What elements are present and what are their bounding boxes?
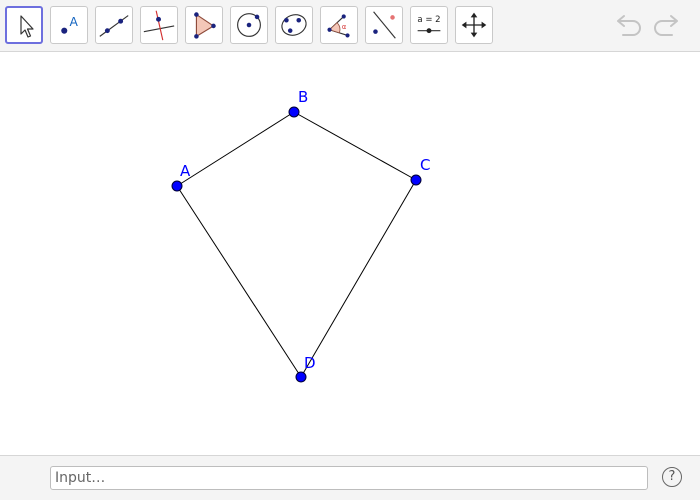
- slider-tool-button[interactable]: a = 2: [410, 6, 448, 44]
- segment-cd[interactable]: [300, 179, 417, 378]
- angle-tool-button[interactable]: α: [320, 6, 358, 44]
- segment-bc[interactable]: [293, 111, 417, 181]
- reflect-tool-button[interactable]: [365, 6, 403, 44]
- point-tool-label: A: [69, 15, 78, 29]
- input-bar: ?: [0, 455, 700, 500]
- move-tool-button[interactable]: [5, 6, 43, 44]
- reflect-about-line-icon: [373, 11, 396, 39]
- geogebra-app: A α a = 2 A B C D Input… ?: [0, 0, 700, 500]
- line-through-two-points-icon: [99, 15, 129, 37]
- point-d[interactable]: [295, 371, 307, 383]
- point-d-label: D: [304, 354, 316, 372]
- slider-icon: a = 2: [417, 15, 441, 34]
- undo-button[interactable]: [614, 12, 644, 42]
- perpendicular-line-tool-button[interactable]: [140, 6, 178, 44]
- toolbar: A α a = 2: [0, 0, 700, 52]
- point-icon: A: [61, 15, 78, 34]
- point-a[interactable]: [171, 180, 183, 192]
- point-a-label: A: [180, 162, 191, 180]
- move-arrows-icon: [461, 12, 487, 38]
- redo-icon: [654, 15, 678, 36]
- point-b-label: B: [298, 88, 308, 106]
- segment-ab[interactable]: [176, 111, 295, 187]
- redo-button[interactable]: [651, 12, 681, 42]
- undo-icon: [617, 15, 641, 36]
- help-button[interactable]: ?: [662, 467, 682, 487]
- angle-tool-label: α: [342, 23, 347, 31]
- slider-tool-label: a = 2: [417, 15, 440, 25]
- ellipse-icon: [281, 14, 307, 36]
- move-graphics-view-tool-button[interactable]: [455, 6, 493, 44]
- polygon-tool-button[interactable]: [185, 6, 223, 44]
- line-tool-button[interactable]: [95, 6, 133, 44]
- circle-center-point-icon: [237, 13, 261, 37]
- segment-da[interactable]: [176, 185, 302, 378]
- point-c-label: C: [420, 156, 430, 174]
- conic-tool-button[interactable]: [275, 6, 313, 44]
- construction-canvas[interactable]: A B C D: [0, 52, 700, 455]
- perpendicular-line-icon: [143, 10, 175, 41]
- help-icon: ?: [668, 469, 676, 484]
- angle-icon: α: [327, 14, 350, 38]
- point-tool-button[interactable]: A: [50, 6, 88, 44]
- pointer-arrow-icon: [20, 15, 34, 38]
- algebra-input-field[interactable]: [50, 466, 648, 490]
- circle-tool-button[interactable]: [230, 6, 268, 44]
- polygon-icon: [194, 12, 216, 39]
- point-c[interactable]: [410, 174, 422, 186]
- graphics-view[interactable]: A B C D: [0, 52, 700, 455]
- point-b[interactable]: [288, 106, 300, 118]
